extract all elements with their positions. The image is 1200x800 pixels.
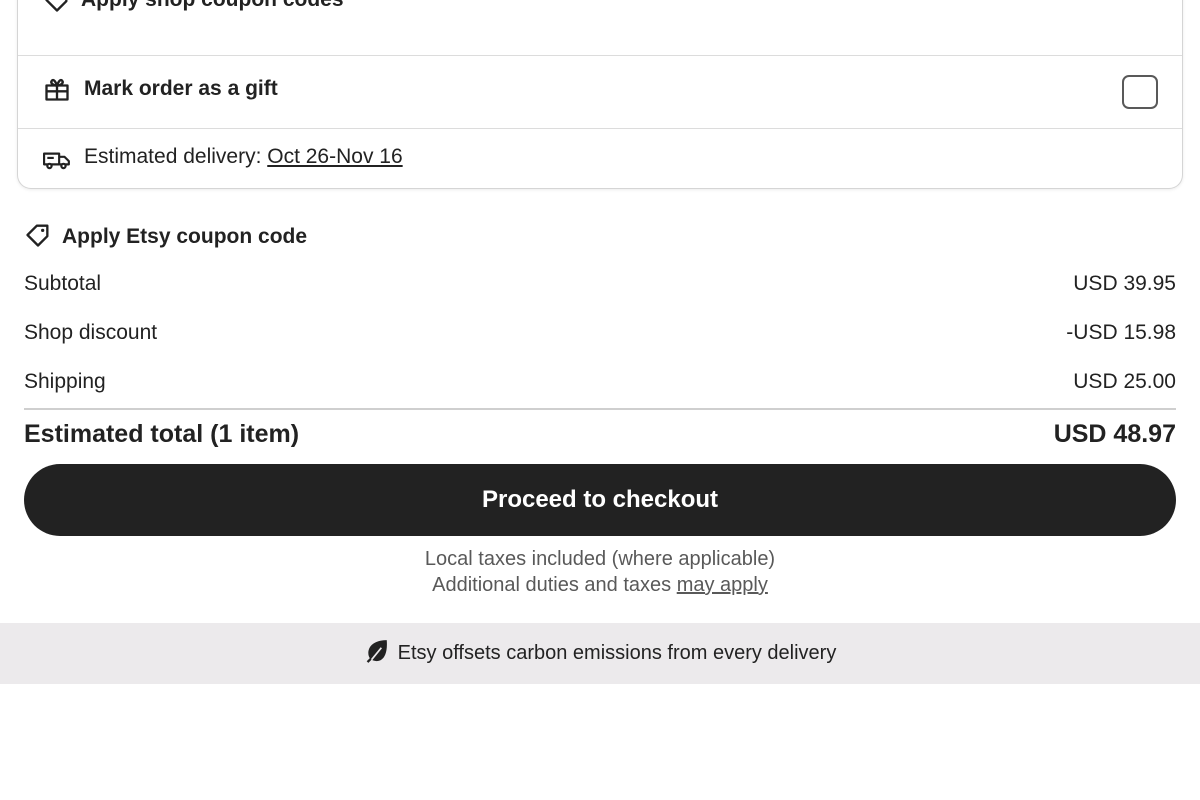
etsy-coupon-button[interactable]: Apply Etsy coupon code bbox=[24, 222, 307, 252]
summary-divider bbox=[24, 408, 1176, 410]
shop-coupon-label: Apply shop coupon codes bbox=[81, 0, 344, 12]
leaf-icon bbox=[364, 638, 390, 669]
proceed-to-checkout-button[interactable]: Proceed to checkout bbox=[24, 464, 1176, 536]
estimated-total-label: Estimated total (1 item) bbox=[24, 420, 300, 448]
shipping-label: Shipping bbox=[24, 370, 106, 393]
carbon-offset-text: Etsy offsets carbon emissions from every… bbox=[397, 642, 837, 664]
duties-note: Additional duties and taxes may apply bbox=[0, 574, 1200, 597]
delivery-row: Estimated delivery: Oct 26-Nov 16 bbox=[18, 128, 1182, 188]
gift-label: Mark order as a gift bbox=[84, 77, 278, 100]
etsy-coupon-label: Apply Etsy coupon code bbox=[62, 225, 308, 248]
carbon-offset-banner: Etsy offsets carbon emissions from every… bbox=[0, 623, 1200, 684]
local-taxes-note: Local taxes included (where applicable) bbox=[424, 548, 776, 570]
estimated-total-value: USD 48.97 bbox=[1053, 420, 1176, 448]
duties-prefix: Additional duties and taxes bbox=[432, 574, 677, 596]
shop-coupon-row[interactable]: Apply shop coupon codes bbox=[18, 0, 1182, 54]
delivery-prefix: Estimated delivery: bbox=[84, 144, 268, 168]
gift-icon bbox=[43, 75, 71, 108]
shipping-value: USD 25.00 bbox=[1073, 370, 1176, 393]
shipping-row: Shipping USD 25.00 bbox=[24, 370, 1176, 400]
tag-icon bbox=[43, 0, 71, 19]
tag-icon bbox=[24, 221, 52, 254]
subtotal-value: USD 39.95 bbox=[1073, 272, 1176, 295]
delivery-range-link[interactable]: Oct 26-Nov 16 bbox=[267, 145, 402, 168]
shop-card: Apply shop coupon codes Mark order as a … bbox=[17, 0, 1183, 189]
estimated-total-row: Estimated total (1 item) USD 48.97 bbox=[24, 420, 1176, 454]
shop-discount-value: -USD 15.98 bbox=[1066, 321, 1176, 344]
gift-checkbox[interactable] bbox=[1122, 75, 1158, 109]
may-apply-link[interactable]: may apply bbox=[677, 574, 768, 596]
subtotal-row: Subtotal USD 39.95 bbox=[24, 272, 1176, 302]
shop-discount-label: Shop discount bbox=[24, 321, 158, 344]
subtotal-label: Subtotal bbox=[24, 272, 102, 295]
gift-row[interactable]: Mark order as a gift bbox=[18, 55, 1182, 128]
delivery-truck-icon bbox=[43, 146, 71, 177]
delivery-text: Estimated delivery: Oct 26-Nov 16 bbox=[84, 145, 403, 169]
shop-discount-row: Shop discount -USD 15.98 bbox=[24, 321, 1176, 351]
